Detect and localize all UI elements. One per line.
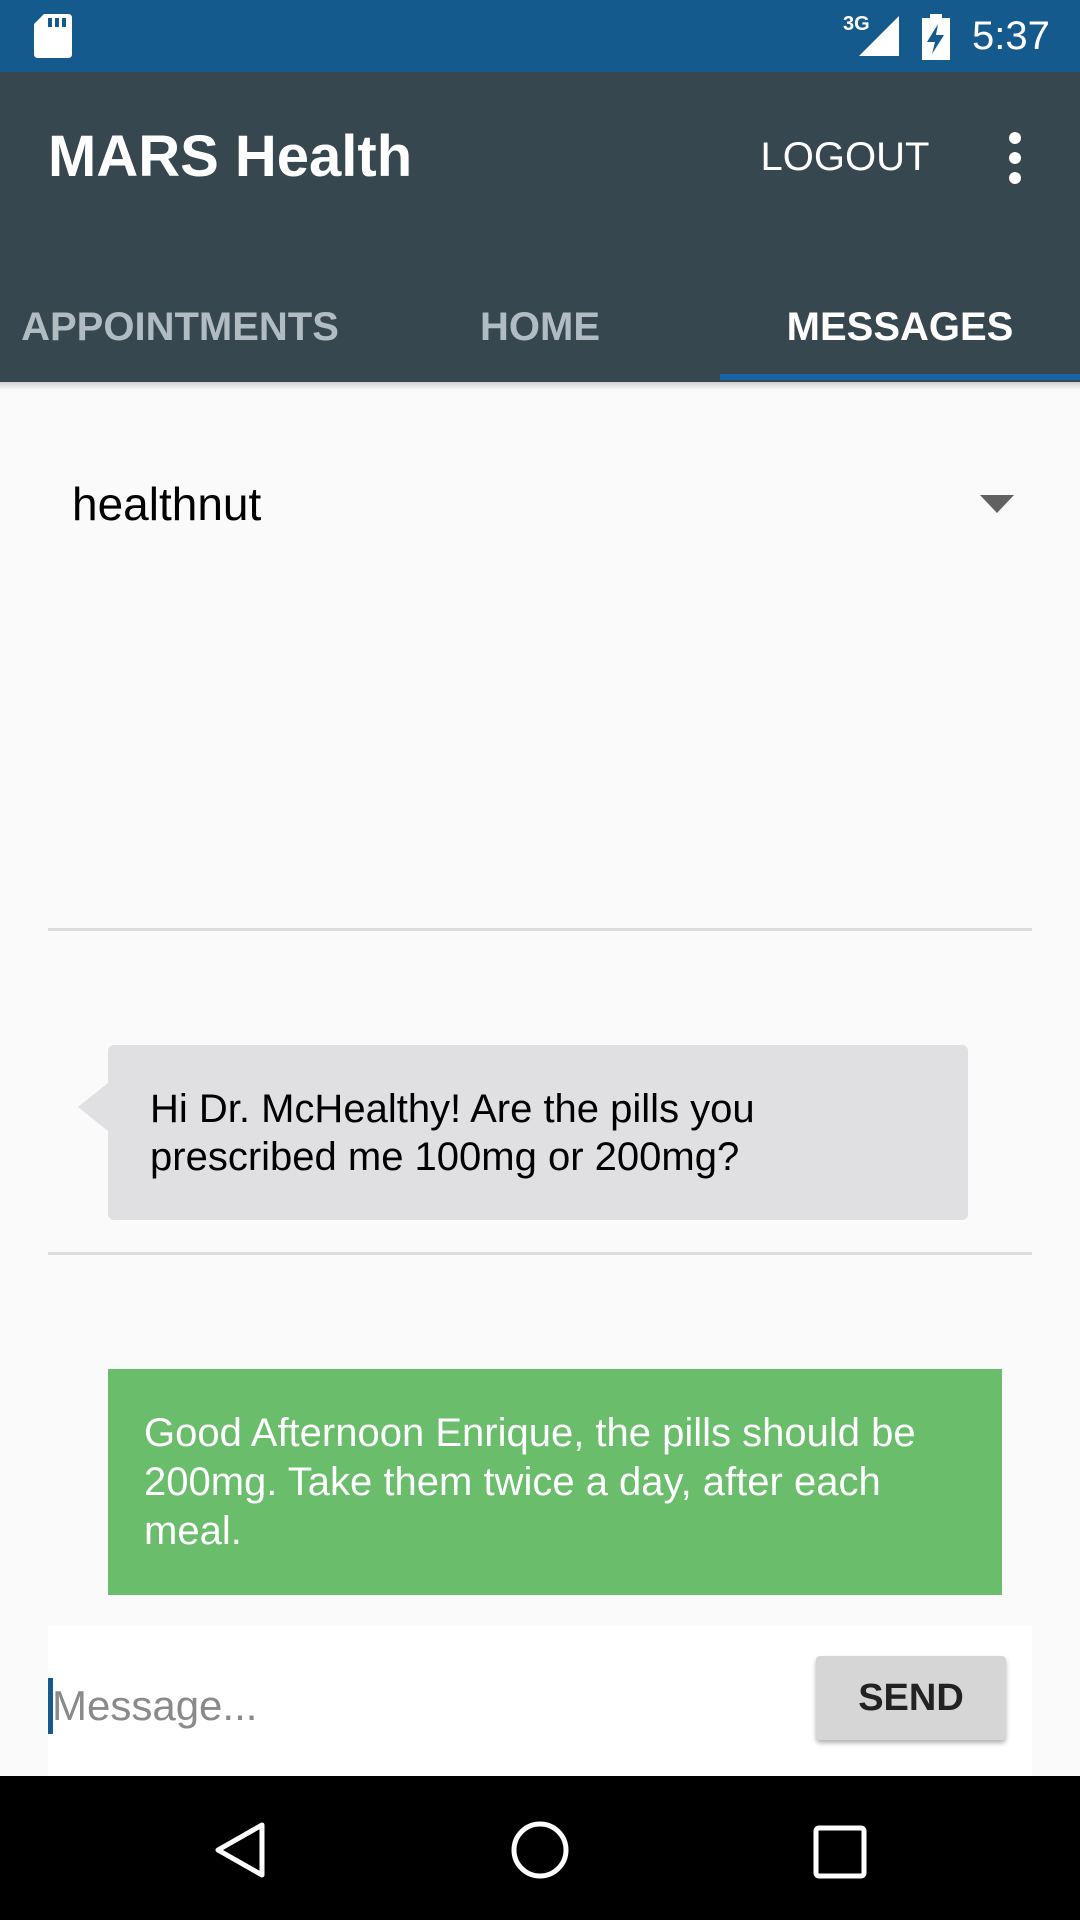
dropdown-arrow-icon bbox=[980, 495, 1014, 513]
logout-button[interactable]: LOGOUT bbox=[740, 122, 950, 192]
bubble-tail bbox=[78, 1083, 108, 1131]
tab-home[interactable]: HOME bbox=[360, 272, 720, 382]
app-bar: MARS Health LOGOUT APPOINTMENTS HOME MES… bbox=[0, 72, 1080, 382]
tab-messages[interactable]: MESSAGES bbox=[720, 272, 1080, 382]
app-bar-shadow bbox=[0, 382, 1080, 390]
back-icon[interactable] bbox=[212, 1820, 268, 1880]
svg-text:3G: 3G bbox=[843, 13, 870, 35]
status-clock: 5:37 bbox=[972, 14, 1050, 58]
recents-icon[interactable] bbox=[812, 1824, 868, 1880]
recipient-selected-value: healthnut bbox=[72, 478, 262, 530]
home-icon[interactable] bbox=[510, 1820, 570, 1880]
divider bbox=[48, 1252, 1032, 1255]
signal-icon: 3G bbox=[843, 13, 899, 56]
tab-indicator bbox=[720, 374, 1080, 380]
tab-appointments[interactable]: APPOINTMENTS bbox=[0, 272, 360, 382]
message-text: Good Afternoon Enrique, the pills should… bbox=[144, 1411, 916, 1553]
message-bubble-received: Hi Dr. McHealthy! Are the pills you pres… bbox=[78, 1045, 968, 1220]
message-input[interactable] bbox=[52, 1671, 792, 1741]
message-composer: SEND bbox=[48, 1626, 1032, 1776]
sd-card-icon bbox=[34, 14, 72, 58]
app-title: MARS Health bbox=[48, 124, 413, 189]
divider bbox=[48, 928, 1032, 931]
tab-bar: APPOINTMENTS HOME MESSAGES bbox=[0, 272, 1080, 382]
message-bubble-sent: Good Afternoon Enrique, the pills should… bbox=[108, 1369, 1002, 1595]
message-text: Hi Dr. McHealthy! Are the pills you pres… bbox=[150, 1087, 755, 1179]
status-bar: 3G 5:37 bbox=[0, 0, 1080, 72]
recipient-dropdown[interactable]: healthnut bbox=[48, 455, 1028, 555]
battery-charging-icon bbox=[922, 14, 950, 60]
send-button[interactable]: SEND bbox=[816, 1656, 1006, 1740]
more-vert-icon[interactable] bbox=[990, 128, 1040, 188]
navigation-bar bbox=[0, 1776, 1080, 1920]
